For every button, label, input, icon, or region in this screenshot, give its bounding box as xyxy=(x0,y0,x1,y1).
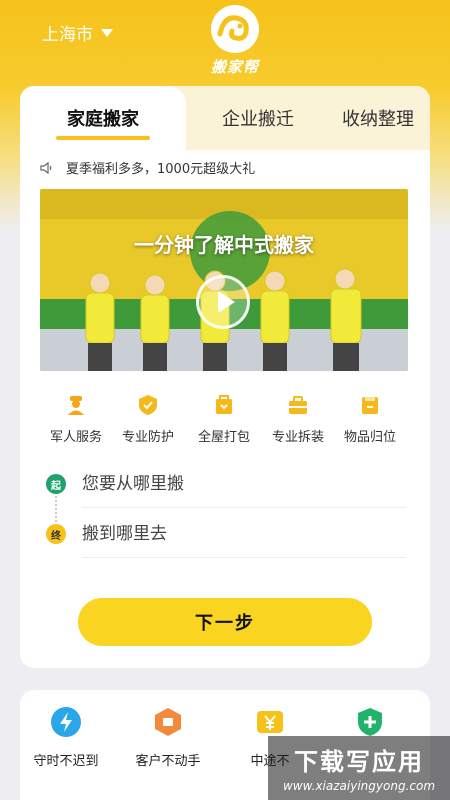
package-icon xyxy=(216,395,232,414)
logo-icon xyxy=(211,5,259,53)
service-item[interactable]: 专业拆装 xyxy=(260,394,336,445)
from-address-row: 起 xyxy=(46,460,406,522)
app-logo: 搬家帮 xyxy=(200,4,270,76)
service-label: 全屋打包 xyxy=(197,430,250,445)
video-title: 一分钟了解中式搬家 xyxy=(134,233,314,257)
from-address-input[interactable] xyxy=(82,460,406,508)
notice-text: 夏季福利多多，1000元超级大礼 xyxy=(66,162,256,177)
service-item[interactable]: 军人服务 xyxy=(38,394,114,445)
promo-video[interactable]: 一分钟了解中式搬家 xyxy=(40,189,408,371)
box-icon xyxy=(362,397,378,414)
watermark-title: 下载写应用 xyxy=(294,748,424,776)
notice-bar[interactable]: 夏季福利多多，1000元超级大礼 xyxy=(40,158,255,177)
service-label: 物品归位 xyxy=(343,430,396,445)
service-label: 军人服务 xyxy=(49,430,102,445)
service-list: 军人服务 专业防护 全屋打包 专业拆装 物品归位 xyxy=(20,394,430,446)
service-item[interactable]: 全屋打包 xyxy=(186,394,262,445)
speaker-icon xyxy=(40,161,52,174)
yuan-icon xyxy=(257,711,283,733)
service-label: 专业拆装 xyxy=(271,430,324,445)
next-step-button[interactable]: 下一步 xyxy=(78,598,372,646)
city-selector[interactable]: 上海市 xyxy=(42,20,113,45)
tab-home-moving[interactable]: 家庭搬家 xyxy=(20,86,186,150)
watermark-url: www.xiazaiyingyong.com xyxy=(282,779,436,793)
start-badge: 起 xyxy=(46,474,66,494)
service-item[interactable]: 物品归位 xyxy=(332,394,408,445)
toolbox-icon xyxy=(289,396,307,414)
chevron-down-icon xyxy=(101,28,113,37)
service-item[interactable]: 专业防护 xyxy=(110,394,186,445)
service-label: 专业防护 xyxy=(121,430,174,445)
top-bar: 上海市 搬家帮 xyxy=(0,0,450,86)
to-address-input[interactable] xyxy=(82,510,406,558)
lightning-icon xyxy=(51,707,81,737)
feature-label: 客户不动手 xyxy=(135,754,201,769)
feature-item: 客户不动手 xyxy=(120,706,216,769)
tab-bar: 家庭搬家 企业搬迁 收纳整理 xyxy=(20,86,430,150)
tab-enterprise-moving[interactable]: 企业搬迁 xyxy=(206,86,310,150)
shield-plus-icon xyxy=(358,708,382,736)
tab-storage-organizing[interactable]: 收纳整理 xyxy=(326,86,430,150)
logo-text: 搬家帮 xyxy=(210,58,259,76)
end-badge: 终 xyxy=(46,524,66,544)
soldier-icon xyxy=(68,396,84,415)
feature-label: 守时不迟到 xyxy=(33,754,99,769)
to-address-row: 终 xyxy=(46,510,406,560)
watermark: 下载写应用 www.xiazaiyingyong.com xyxy=(268,736,450,800)
city-label: 上海市 xyxy=(42,25,93,45)
shield-icon xyxy=(139,395,157,415)
hexagon-icon xyxy=(155,708,181,736)
main-card: 家庭搬家 企业搬迁 收纳整理 夏季福利多多，1000元超级大礼 一分钟了解中式搬… xyxy=(20,86,430,668)
feature-item: 守时不迟到 xyxy=(18,706,114,769)
play-icon[interactable] xyxy=(196,275,250,329)
